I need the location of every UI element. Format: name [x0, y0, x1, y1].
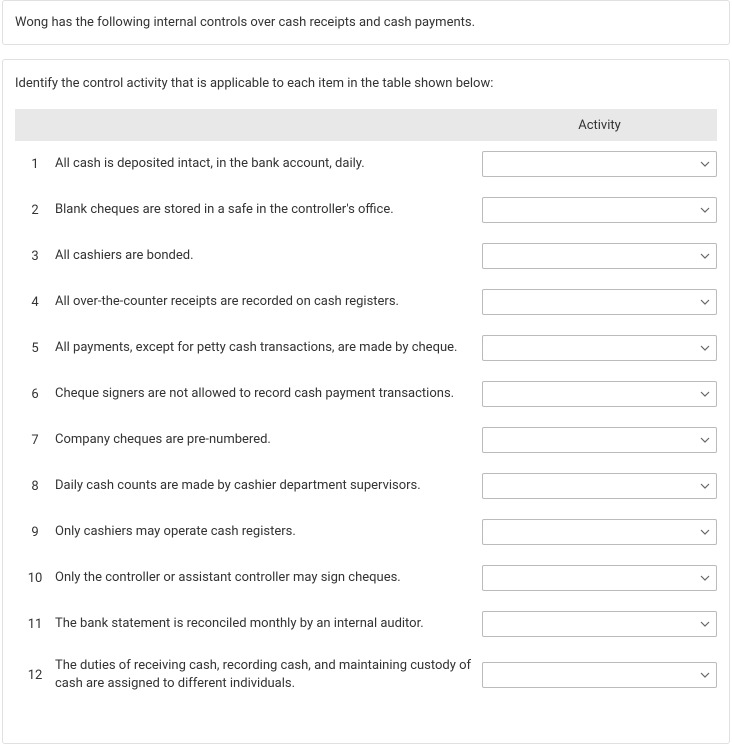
row-description: All payments, except for petty cash tran… [55, 339, 482, 357]
row-description: Cheque signers are not allowed to record… [55, 385, 482, 403]
chevron-down-icon [700, 205, 710, 215]
table-row: 4All over-the-counter receipts are recor… [15, 279, 717, 325]
question-panel: Identify the control activity that is ap… [2, 59, 730, 744]
row-number: 12 [15, 668, 55, 683]
row-number: 6 [15, 387, 55, 402]
chevron-down-icon [700, 527, 710, 537]
row-number: 5 [15, 341, 55, 356]
row-description: Daily cash counts are made by cashier de… [55, 477, 482, 495]
chevron-down-icon [700, 481, 710, 491]
table-row: 11The bank statement is reconciled month… [15, 601, 717, 647]
activity-select[interactable] [482, 662, 717, 688]
row-description: The duties of receiving cash, recording … [55, 657, 482, 693]
row-number: 11 [15, 617, 55, 632]
row-description: All cashiers are bonded. [55, 247, 482, 265]
table-row: 9Only cashiers may operate cash register… [15, 509, 717, 555]
row-number: 8 [15, 479, 55, 494]
chevron-down-icon [700, 389, 710, 399]
activity-select[interactable] [482, 519, 717, 545]
row-select-cell [482, 289, 717, 315]
row-select-cell [482, 197, 717, 223]
row-number: 7 [15, 433, 55, 448]
row-select-cell [482, 243, 717, 269]
row-select-cell [482, 662, 717, 688]
chevron-down-icon [700, 251, 710, 261]
activity-select[interactable] [482, 473, 717, 499]
row-select-cell [482, 151, 717, 177]
instruction-text: Identify the control activity that is ap… [15, 76, 717, 91]
activity-select[interactable] [482, 335, 717, 361]
row-select-cell [482, 611, 717, 637]
row-select-cell [482, 427, 717, 453]
table-header: Activity [15, 109, 717, 141]
row-description: All over-the-counter receipts are record… [55, 293, 482, 311]
table-row: 3All cashiers are bonded. [15, 233, 717, 279]
table-row: 8Daily cash counts are made by cashier d… [15, 463, 717, 509]
activity-select[interactable] [482, 197, 717, 223]
row-description: Only the controller or assistant control… [55, 569, 482, 587]
table-row: 1All cash is deposited intact, in the ba… [15, 141, 717, 187]
row-number: 9 [15, 525, 55, 540]
activity-select[interactable] [482, 427, 717, 453]
row-select-cell [482, 335, 717, 361]
row-description: Only cashiers may operate cash registers… [55, 523, 482, 541]
row-description: The bank statement is reconciled monthly… [55, 615, 482, 633]
controls-table: Activity 1All cash is deposited intact, … [15, 109, 717, 703]
header-activity: Activity [482, 118, 717, 133]
intro-panel: Wong has the following internal controls… [2, 0, 730, 45]
row-number: 10 [15, 571, 55, 586]
table-row: 5All payments, except for petty cash tra… [15, 325, 717, 371]
activity-select[interactable] [482, 611, 717, 637]
row-description: All cash is deposited intact, in the ban… [55, 155, 482, 173]
chevron-down-icon [700, 343, 710, 353]
table-row: 10Only the controller or assistant contr… [15, 555, 717, 601]
row-description: Blank cheques are stored in a safe in th… [55, 201, 482, 219]
row-number: 4 [15, 295, 55, 310]
row-number: 1 [15, 157, 55, 172]
table-row: 12The duties of receiving cash, recordin… [15, 647, 717, 703]
chevron-down-icon [700, 573, 710, 583]
table-row: 6Cheque signers are not allowed to recor… [15, 371, 717, 417]
row-description: Company cheques are pre-numbered. [55, 431, 482, 449]
activity-select[interactable] [482, 289, 717, 315]
chevron-down-icon [700, 297, 710, 307]
chevron-down-icon [700, 159, 710, 169]
row-number: 2 [15, 203, 55, 218]
row-number: 3 [15, 249, 55, 264]
chevron-down-icon [700, 619, 710, 629]
table-row: 7Company cheques are pre-numbered. [15, 417, 717, 463]
row-select-cell [482, 473, 717, 499]
activity-select[interactable] [482, 565, 717, 591]
table-row: 2Blank cheques are stored in a safe in t… [15, 187, 717, 233]
row-select-cell [482, 519, 717, 545]
activity-select[interactable] [482, 151, 717, 177]
activity-select[interactable] [482, 243, 717, 269]
row-select-cell [482, 381, 717, 407]
activity-select[interactable] [482, 381, 717, 407]
intro-text: Wong has the following internal controls… [15, 15, 717, 30]
row-select-cell [482, 565, 717, 591]
chevron-down-icon [700, 670, 710, 680]
chevron-down-icon [700, 435, 710, 445]
